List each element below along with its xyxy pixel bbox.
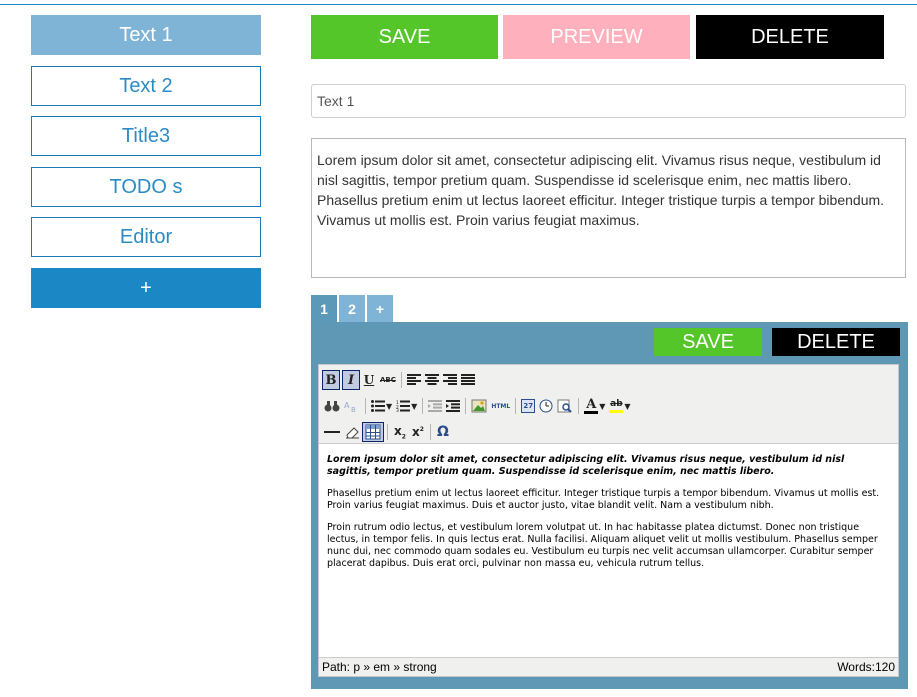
tab-label: 1 <box>320 301 328 317</box>
eraser-icon[interactable] <box>342 422 362 442</box>
word-count: Words:120 <box>837 660 895 674</box>
omega-icon[interactable]: Ω <box>434 422 452 442</box>
editor-paragraph: Proin rutrum odio lectus, et vestibulum … <box>327 522 878 569</box>
indent-icon[interactable] <box>444 396 462 416</box>
preview-button[interactable]: PREVIEW <box>503 15 690 59</box>
align-justify-icon[interactable] <box>459 370 477 390</box>
sidebar-item-text-2[interactable]: Text 2 <box>31 66 261 106</box>
editor-content[interactable]: Lorem ipsum dolor sit amet, consectetur … <box>327 454 889 580</box>
align-left-icon[interactable] <box>405 370 423 390</box>
highlight-color-icon[interactable]: ab ▼ <box>607 396 632 416</box>
add-button-label: + <box>140 276 152 299</box>
svg-text:3: 3 <box>396 408 399 412</box>
toolbar-separator <box>515 398 517 414</box>
replace-icon[interactable]: AB <box>342 396 362 416</box>
text-color-icon[interactable]: A ▼ <box>582 396 607 416</box>
tab-2[interactable]: 2 <box>339 295 365 323</box>
superscript-icon[interactable]: x2 <box>409 422 427 442</box>
sidebar-item-label: Editor <box>119 225 173 248</box>
sidebar-item-label: Title3 <box>121 124 171 147</box>
toolbar-separator <box>465 398 467 414</box>
bullet-list-icon[interactable]: ▼ <box>369 396 394 416</box>
sidebar-item-todos[interactable]: TODO s <box>31 167 261 207</box>
subscript-icon[interactable]: x2 <box>391 422 409 442</box>
table-icon[interactable] <box>362 422 384 442</box>
rich-text-editor: B I U ABC A B ▼ 1 2 3 ▼ HTML 27 A ▼ ab ▼… <box>318 364 899 677</box>
description-textarea[interactable]: Lorem ipsum dolor sit amet, consectetur … <box>311 138 906 278</box>
toolbar-row-3: x2 x2 Ω <box>322 421 452 443</box>
panel-delete-label: DELETE <box>797 330 875 353</box>
editor-paragraph: Lorem ipsum dolor sit amet, consectetur … <box>327 454 845 477</box>
image-icon[interactable] <box>469 396 489 416</box>
top-divider <box>0 4 917 5</box>
insert-time-icon[interactable] <box>537 396 555 416</box>
bold-icon[interactable]: B <box>322 370 340 390</box>
tab-1[interactable]: 1 <box>311 295 337 323</box>
delete-button[interactable]: DELETE <box>696 15 884 59</box>
panel-save-button[interactable]: SAVE <box>654 328 762 356</box>
svg-text:A: A <box>344 401 350 410</box>
save-button-label: SAVE <box>378 25 431 48</box>
panel-delete-button[interactable]: DELETE <box>772 328 900 356</box>
align-right-icon[interactable] <box>441 370 459 390</box>
tab-label: + <box>375 301 385 317</box>
delete-button-label: DELETE <box>751 25 829 48</box>
panel-save-label: SAVE <box>682 330 734 353</box>
toolbar-separator <box>422 398 424 414</box>
sidebar-item-label: Text 1 <box>119 23 173 46</box>
toolbar-separator <box>400 372 402 388</box>
sidebar-item-editor[interactable]: Editor <box>31 217 261 257</box>
strikethrough-icon[interactable]: ABC <box>378 370 398 390</box>
sidebar-item-label: TODO s <box>109 175 183 198</box>
align-center-icon[interactable] <box>423 370 441 390</box>
preview-button-label: PREVIEW <box>550 25 643 48</box>
preview-icon[interactable] <box>555 396 575 416</box>
html-icon[interactable]: HTML <box>489 396 512 416</box>
numbered-list-icon[interactable]: 123 ▼ <box>394 396 419 416</box>
outdent-icon[interactable] <box>426 396 444 416</box>
title-input[interactable] <box>311 84 906 118</box>
editor-paragraph: Phasellus pretium enim ut lectus laoreet… <box>327 488 880 511</box>
sidebar-item-title3[interactable]: Title3 <box>31 116 261 156</box>
sidebar-item-label: Text 2 <box>119 74 173 97</box>
toolbar-separator <box>365 398 366 414</box>
toolbar-row-2: AB ▼ 123 ▼ HTML 27 A ▼ ab ▼ <box>322 395 633 417</box>
add-tab-button[interactable]: + <box>367 295 393 323</box>
editor-panel: SAVE DELETE B I U ABC A B ▼ 1 2 3 ▼ HTML… <box>311 322 908 689</box>
tab-label: 2 <box>348 301 356 317</box>
italic-icon[interactable]: I <box>342 370 360 390</box>
sidebar-item-text-1[interactable]: Text 1 <box>31 15 261 55</box>
insert-date-icon[interactable]: 27 <box>519 396 537 416</box>
toolbar-row-1: B I U ABC <box>322 369 477 391</box>
editor-toolbar: B I U ABC A B ▼ 1 2 3 ▼ HTML 27 A ▼ ab ▼… <box>319 365 898 444</box>
horizontal-rule-icon[interactable] <box>322 422 342 442</box>
add-item-button[interactable]: + <box>31 268 261 308</box>
save-button[interactable]: SAVE <box>311 15 498 59</box>
toolbar-separator <box>430 424 431 440</box>
element-path: Path: p » em » strong <box>322 660 437 674</box>
underline-icon[interactable]: U <box>360 370 378 390</box>
svg-text:B: B <box>351 406 356 413</box>
editor-status-bar: Path: p » em » strong Words:120 <box>319 657 898 676</box>
toolbar-separator <box>387 424 388 440</box>
find-icon[interactable] <box>322 396 342 416</box>
toolbar-separator <box>578 398 580 414</box>
